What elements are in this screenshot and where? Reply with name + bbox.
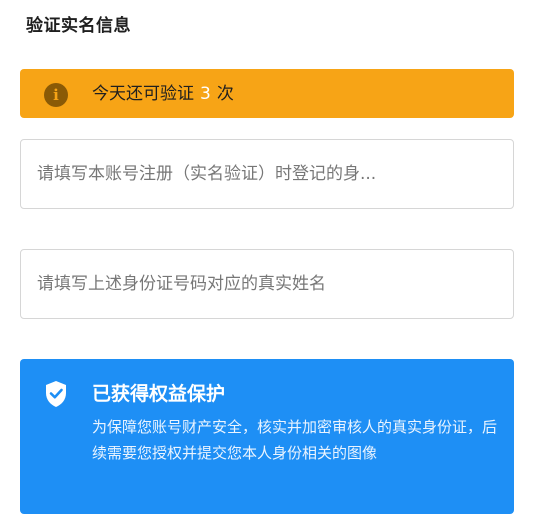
remaining-attempts-text: 今天还可验证 3 次: [92, 82, 234, 106]
real-name-input[interactable]: [37, 250, 497, 318]
notice-suffix: 次: [216, 84, 234, 104]
verify-realname-page: 验证实名信息 i 今天还可验证 3次 已获得权益保护 为保障您账号财产安全，核实并…: [0, 0, 540, 519]
protection-title: 已获得权益保护: [92, 383, 226, 405]
real-name-field[interactable]: [20, 249, 514, 319]
notice-prefix: 今天还可验证: [92, 84, 194, 104]
info-icon: i: [44, 83, 68, 107]
remaining-count: 3: [200, 84, 211, 104]
protection-description: 为保障您账号财产安全，核实并加密审核人的真实身份证，后续需要您授权并提交您本人身…: [92, 418, 498, 462]
section-title: 验证实名信息: [26, 16, 131, 36]
id-number-input[interactable]: [37, 140, 497, 208]
id-number-field[interactable]: [20, 139, 514, 209]
shield-check-icon: [46, 381, 66, 407]
